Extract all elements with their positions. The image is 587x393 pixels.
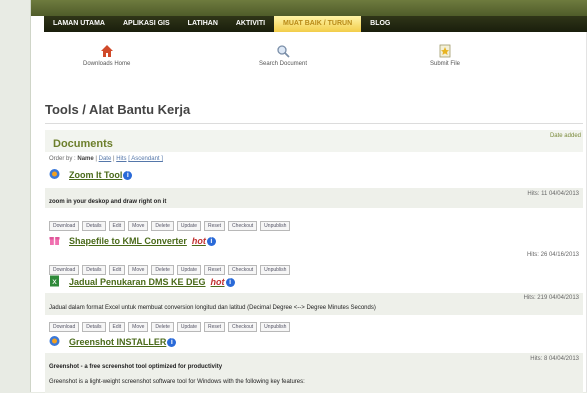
document-title-row: x Jadual Penukaran DMS KE DEG hot i (45, 273, 583, 292)
app-icon (49, 169, 60, 179)
reset-button[interactable]: Reset (203, 322, 226, 332)
order-by-prefix: Order by : (49, 156, 76, 162)
submit-file-label: Submit File (430, 61, 461, 67)
document-title-link[interactable]: Zoom It Tool i (69, 170, 133, 181)
move-button[interactable]: Move (128, 221, 149, 231)
update-button[interactable]: Update (176, 322, 201, 332)
nav-blog[interactable]: BLOG (361, 16, 399, 32)
checkout-button[interactable]: Checkout (228, 221, 258, 231)
downloads-home-link[interactable]: Downloads Home (83, 44, 130, 67)
info-icon[interactable]: i (167, 338, 177, 348)
document-title: Shapefile to KML Converter (69, 236, 187, 246)
downloads-home-label: Downloads Home (83, 61, 131, 67)
document-hits: Hits: 219 04/04/2013 (523, 295, 579, 301)
document-title-row: Zoom It Tool i (45, 166, 583, 185)
info-icon[interactable]: i (225, 278, 235, 288)
main-nav: LAMAN UTAMA APLIKASI GIS LATIHAN AKTIVIT… (44, 16, 587, 32)
hot-badge: hot (210, 277, 225, 287)
document-hits: Hits: 11 04/04/2013 (527, 191, 579, 197)
documents-header: Documents Date added (45, 130, 583, 152)
app-icon (49, 336, 60, 346)
info-icon[interactable]: i (206, 237, 216, 247)
download-button[interactable]: Download (49, 322, 80, 332)
title-divider (45, 123, 583, 124)
document-title: Zoom It Tool (69, 170, 123, 180)
order-by-date-link[interactable]: Date (99, 156, 112, 162)
document-title-row: Shapefile to KML Converter hot i (45, 232, 583, 251)
search-document-link[interactable]: Search Document (259, 44, 307, 67)
home-icon (100, 45, 113, 57)
delete-button[interactable]: Delete (151, 322, 174, 332)
date-added-label: Date added (549, 133, 581, 139)
edit-button[interactable]: Edit (108, 322, 126, 332)
document-actions: Download Details Edit Move Delete Update… (49, 322, 291, 332)
document-description: Greenshot - a free screenshot tool optim… (49, 364, 223, 370)
order-sep-2: | (112, 156, 115, 162)
document-description: zoom in your deskop and draw right on it (49, 199, 167, 205)
document-actions: Download Details Edit Move Delete Update… (49, 221, 291, 231)
edit-button[interactable]: Edit (108, 221, 126, 231)
order-by-bar: Order by : Name | Date | Hits [ Ascendan… (49, 156, 163, 162)
document-title-link[interactable]: Shapefile to KML Converter hot i (69, 236, 216, 247)
document-description-band: zoom in your deskop and draw right on it… (45, 188, 583, 208)
nav-aktiviti[interactable]: AKTIVITI (227, 16, 274, 32)
hot-badge: hot (191, 236, 206, 246)
search-document-label: Search Document (259, 61, 308, 67)
info-icon[interactable]: i (123, 171, 133, 181)
document-title-link[interactable]: Jadual Penukaran DMS KE DEG hot i (69, 277, 235, 288)
nav-laman-utama[interactable]: LAMAN UTAMA (44, 16, 114, 32)
document-description: Jadual dalam format Excel untuk membuat … (49, 305, 376, 311)
order-sep-1: | (95, 156, 97, 162)
delete-button[interactable]: Delete (151, 221, 174, 231)
nav-aplikasi-gis[interactable]: APLIKASI GIS (114, 16, 179, 32)
search-icon (277, 45, 290, 58)
checkout-button[interactable]: Checkout (228, 322, 258, 332)
order-ascendant-link[interactable]: [ Ascendant ] (128, 156, 163, 162)
quicklinks-bar: Downloads Home Search Document Submit Fi… (31, 32, 587, 100)
download-button[interactable]: Download (49, 221, 80, 231)
document-description-band: Greenshot - a free screenshot tool optim… (45, 353, 583, 393)
excel-icon: x (50, 275, 59, 287)
order-by-hits-link[interactable]: Hits (116, 156, 126, 162)
reset-button[interactable]: Reset (203, 221, 226, 231)
move-button[interactable]: Move (128, 322, 149, 332)
document-hits: Hits: 8 04/04/2013 (530, 356, 579, 362)
document-hits: Hits: 26 04/16/2013 (526, 252, 579, 258)
submit-file-link[interactable]: Submit File (430, 44, 460, 67)
submit-file-icon (439, 44, 451, 58)
unpublish-button[interactable]: Unpublish (260, 221, 291, 231)
document-title-row: Greenshot INSTALLER i (45, 333, 583, 352)
document-title: Jadual Penukaran DMS KE DEG (69, 277, 206, 287)
header-strip (31, 0, 587, 16)
unpublish-button[interactable]: Unpublish (260, 322, 291, 332)
page-title: Tools / Alat Bantu Kerja (45, 102, 191, 117)
document-title: Greenshot INSTALLER (69, 337, 167, 347)
order-by-name: Name (77, 156, 94, 162)
update-button[interactable]: Update (176, 221, 201, 231)
page-frame: LAMAN UTAMA APLIKASI GIS LATIHAN AKTIVIT… (30, 0, 587, 393)
nav-latihan[interactable]: LATIHAN (179, 16, 227, 32)
document-description-band: Jadual dalam format Excel untuk membuat … (45, 293, 583, 315)
document-description-secondary: Greenshot is a light-weight screenshot s… (49, 379, 305, 385)
details-button[interactable]: Details (82, 221, 106, 231)
document-title-link[interactable]: Greenshot INSTALLER i (69, 337, 177, 348)
svg-text:x: x (52, 277, 57, 286)
details-button[interactable]: Details (82, 322, 106, 332)
documents-title: Documents (53, 138, 113, 150)
nav-muat-baik-turun[interactable]: MUAT BAIK / TURUN (274, 16, 362, 32)
gift-icon (49, 237, 60, 245)
